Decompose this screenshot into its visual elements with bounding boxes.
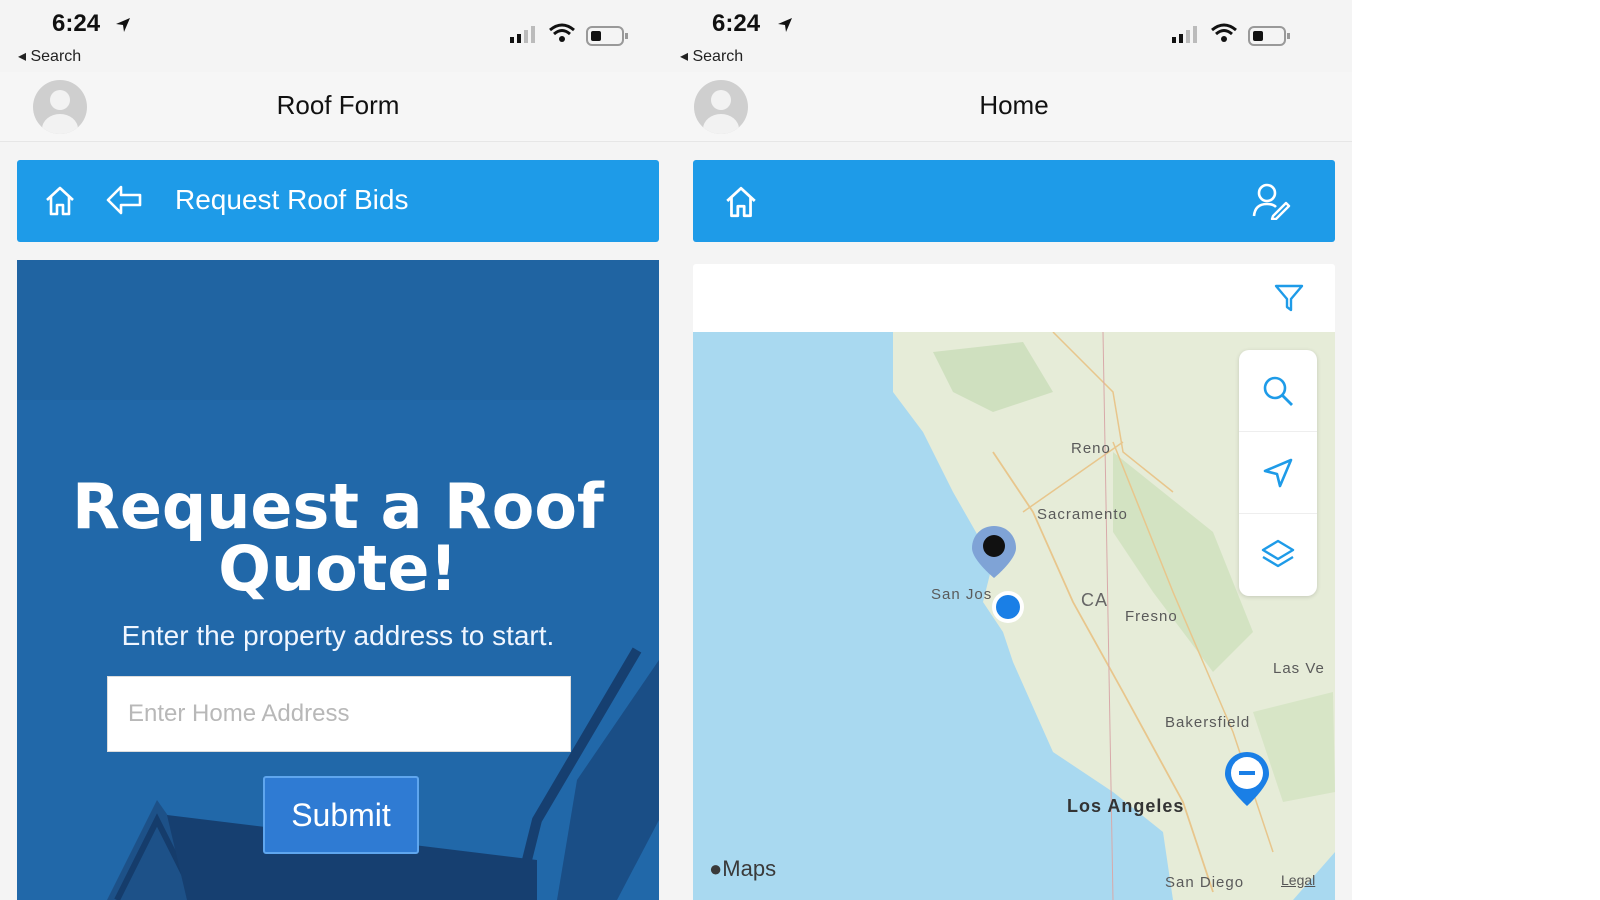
hero-subtitle: Enter the property address to start.	[121, 620, 555, 651]
page-title: Home	[979, 90, 1049, 120]
map-label-san-diego: San Diego	[1165, 874, 1245, 891]
layers-icon	[1261, 539, 1295, 568]
location-arrow-icon	[116, 18, 130, 32]
nav-bar: Roof Form	[0, 72, 676, 142]
hero-title: Request a Roof Quote!	[17, 476, 659, 600]
page-title: Roof Form	[276, 90, 400, 120]
home-address-input[interactable]	[107, 676, 571, 752]
map-pin-icon[interactable]	[969, 524, 1019, 580]
toolbar: Request Roof Bids	[17, 160, 659, 242]
toolbar-title: Request Roof Bids	[175, 184, 409, 215]
map-locate-button[interactable]	[1239, 432, 1317, 514]
navigate-icon	[1263, 458, 1293, 488]
signal-icon	[1172, 26, 1197, 43]
map-search-button[interactable]	[1239, 350, 1317, 432]
status-bar: 6:24 ◂ Search	[0, 0, 676, 72]
map-label-fresno: Fresno	[1125, 608, 1178, 625]
battery-icon	[586, 26, 628, 46]
toolbar	[693, 160, 1335, 242]
map-pin-icon[interactable]	[1223, 750, 1271, 808]
maps-attribution: ●Maps	[709, 856, 777, 881]
hero-title-line-2: Quote!	[218, 532, 458, 605]
map-view[interactable]: Reno Sacramento San Jos CA Fresno Las Ve…	[693, 332, 1335, 900]
status-bar: 6:24 ◂ Search	[676, 0, 1352, 72]
map-label-ca: CA	[1081, 590, 1109, 610]
signal-icon	[510, 26, 535, 43]
back-to-search-link[interactable]: ◂ Search	[18, 46, 81, 66]
map-label-las-vegas: Las Ve	[1273, 660, 1325, 677]
wifi-icon	[1211, 23, 1237, 42]
map-label-sacramento: Sacramento	[1037, 506, 1128, 523]
location-arrow-icon	[778, 18, 792, 32]
home-icon[interactable]	[723, 184, 759, 220]
roof-quote-hero: Request a Roof Quote! Enter the property…	[17, 260, 659, 900]
filter-icon[interactable]	[1273, 282, 1305, 314]
home-screen: 6:24 ◂ Search Home Reno Sacramento San J…	[676, 0, 1352, 900]
back-to-search-link[interactable]: ◂ Search	[680, 46, 743, 66]
nav-bar: Home	[676, 72, 1352, 142]
user-edit-icon[interactable]	[1251, 182, 1291, 220]
status-time: 6:24	[712, 10, 761, 37]
map-label-los-angeles: Los Angeles	[1067, 796, 1185, 816]
legal-link[interactable]: Legal	[1281, 872, 1315, 888]
submit-button[interactable]: Submit	[263, 776, 419, 854]
map-label-bakersfield: Bakersfield	[1165, 714, 1251, 731]
home-icon[interactable]	[43, 184, 77, 218]
map-label-reno: Reno	[1071, 440, 1111, 457]
hero-title-line-1: Request a Roof	[72, 470, 604, 543]
apple-logo-icon: ●	[709, 856, 723, 881]
search-icon	[1263, 376, 1293, 406]
back-arrow-icon[interactable]	[105, 182, 143, 218]
map-layers-button[interactable]	[1239, 514, 1317, 596]
map-controls	[1239, 350, 1317, 596]
wifi-icon	[549, 23, 575, 42]
status-time: 6:24	[52, 10, 101, 37]
filter-bar	[693, 264, 1335, 332]
current-location-dot	[992, 591, 1024, 623]
map-label-san-jose: San Jos	[931, 586, 993, 603]
battery-icon	[1248, 26, 1290, 46]
roof-form-screen: 6:24 ◂ Search Roof Form Request Roof Bid…	[0, 0, 676, 900]
